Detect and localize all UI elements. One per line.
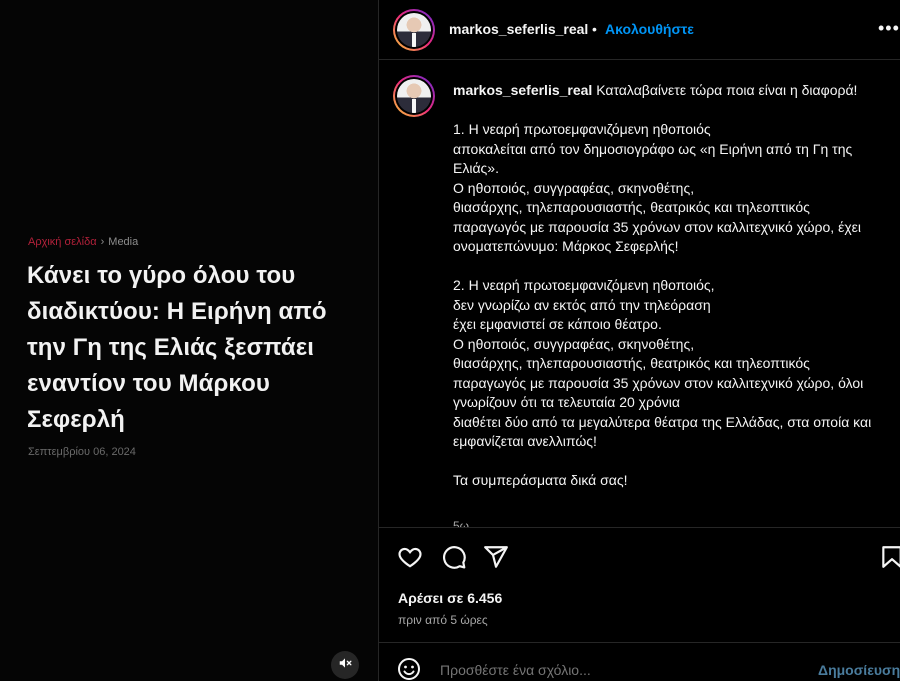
separator-dot: •	[592, 21, 597, 37]
breadcrumb: Αρχική σελίδα › Media	[28, 236, 138, 248]
emoji-icon[interactable]	[397, 657, 421, 681]
article-headline: Κάνει το γύρο όλου του διαδικτύου: Η Ειρ…	[27, 262, 327, 433]
post-media[interactable]: Αρχική σελίδα › Media Κάνει το γύρο όλου τ…	[0, 0, 378, 681]
breadcrumb-section: Media	[108, 236, 139, 248]
breadcrumb-separator: ›	[100, 236, 105, 248]
post-header: markos_seferlis_real • Ακολουθήστε •••	[379, 0, 900, 60]
caption-age: 5ω	[453, 519, 470, 527]
breadcrumb-home: Αρχική σελίδα	[28, 236, 97, 248]
share-icon[interactable]	[483, 544, 509, 575]
caption-avatar[interactable]	[393, 75, 435, 117]
article-date: Σεπτεμβρίου 06, 2024	[28, 446, 136, 458]
likes-count[interactable]: Αρέσει σε 6.456	[398, 590, 502, 606]
post-caption: markos_seferlis_real Καταλαβαίνετε τώρα …	[453, 81, 883, 491]
comment-input[interactable]	[440, 662, 800, 678]
mute-button[interactable]	[331, 651, 359, 679]
publish-button[interactable]: Δημοσίευση	[818, 662, 900, 678]
post-timestamp[interactable]: πριν από 5 ώρες	[398, 613, 488, 627]
more-options-icon[interactable]: •••	[878, 18, 900, 39]
article-card: Αρχική σελίδα › Media Κάνει το γύρο όλου τ…	[0, 0, 378, 681]
speaker-muted-icon	[338, 656, 352, 675]
caption-text: Καταλαβαίνετε τώρα ποια είναι η διαφορά!…	[453, 82, 872, 488]
comment-bar: Δημοσίευση	[379, 642, 900, 681]
caption-section: markos_seferlis_real Καταλαβαίνετε τώρα …	[379, 61, 900, 527]
comment-icon[interactable]	[441, 544, 467, 575]
post-sidebar: markos_seferlis_real • Ακολουθήστε ••• m…	[378, 0, 900, 681]
heart-icon[interactable]	[397, 544, 423, 575]
caption-username[interactable]: markos_seferlis_real	[453, 82, 592, 98]
header-username[interactable]: markos_seferlis_real	[449, 21, 588, 37]
post-actions: Αρέσει σε 6.456 πριν από 5 ώρες Δημοσίευ…	[379, 527, 900, 681]
follow-button[interactable]: Ακολουθήστε	[605, 21, 694, 37]
avatar[interactable]	[393, 9, 435, 51]
bookmark-icon[interactable]	[879, 544, 900, 575]
